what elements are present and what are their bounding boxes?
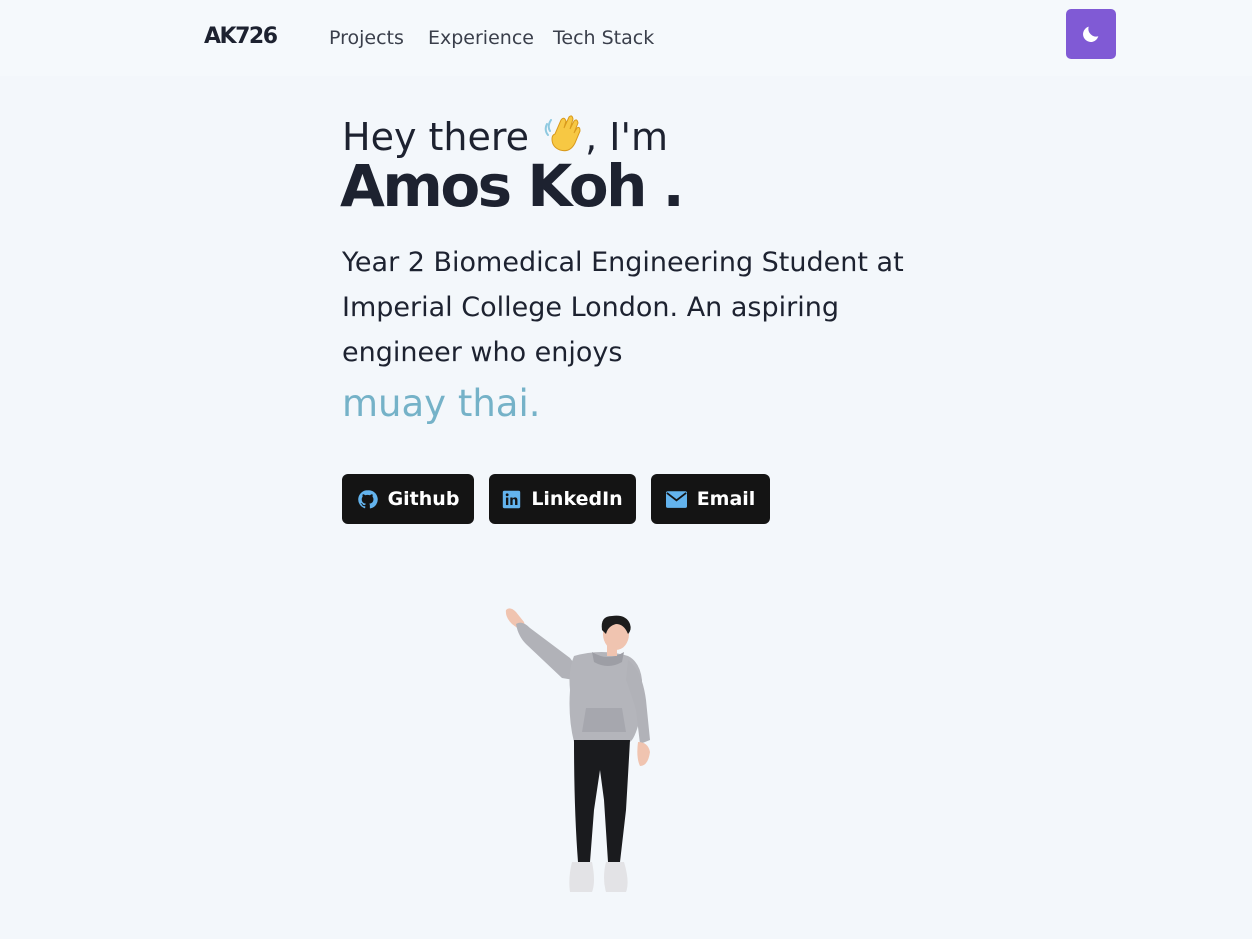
waving-hand-icon (544, 115, 581, 152)
waving-3d-avatar (505, 608, 650, 892)
email-button[interactable]: Email (651, 474, 770, 524)
nav-link-projects[interactable]: Projects (329, 27, 404, 49)
github-button-label: Github (387, 488, 460, 510)
owner-name: Amos Koh . (340, 152, 685, 220)
linkedin-button[interactable]: LinkedIn (489, 474, 636, 524)
site-logo[interactable]: AK726 (204, 24, 278, 49)
mail-icon (665, 490, 687, 508)
moon-icon (1083, 26, 1099, 42)
top-navbar: AK726 Projects Experience Tech Stack (0, 0, 1252, 76)
nav-link-experience[interactable]: Experience (428, 27, 534, 49)
github-button[interactable]: Github (342, 474, 474, 524)
hobby-typewriter-text: muay thai. (342, 382, 541, 425)
github-icon (357, 489, 378, 508)
theme-toggle-button[interactable] (1066, 9, 1116, 59)
intro-description: Year 2 Biomedical Engineering Student at… (342, 247, 904, 368)
linkedin-button-label: LinkedIn (531, 488, 623, 510)
email-button-label: Email (696, 488, 756, 510)
linkedin-icon (503, 490, 521, 508)
nav-link-tech-stack[interactable]: Tech Stack (553, 27, 654, 49)
